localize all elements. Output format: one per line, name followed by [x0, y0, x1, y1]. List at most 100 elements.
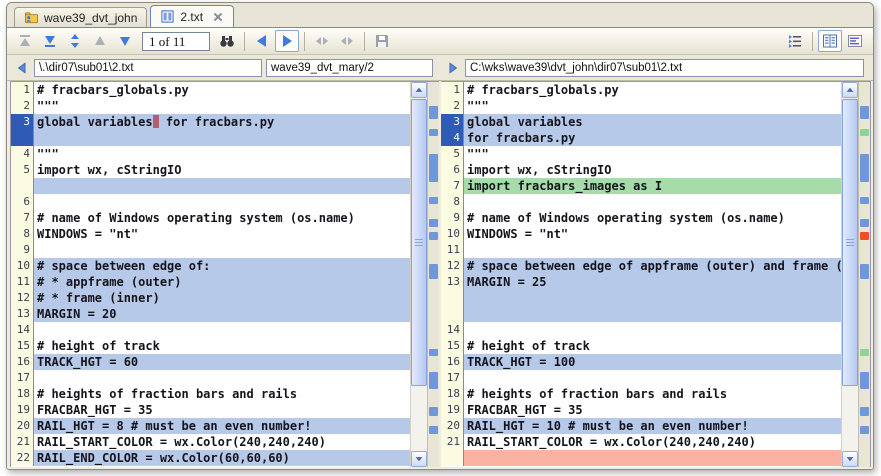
diff-marker[interactable] — [429, 407, 438, 416]
code-line[interactable]: 3global variables for fracbars.py — [11, 114, 410, 130]
diff-marker[interactable] — [860, 372, 869, 389]
code-line[interactable]: 5""" — [441, 146, 841, 162]
code-line[interactable]: 4""" — [11, 146, 410, 162]
diff-marker[interactable] — [860, 219, 869, 227]
code-line[interactable] — [11, 130, 410, 146]
code-line[interactable]: 1# fracbars_globals.py — [11, 82, 410, 98]
code-line[interactable]: 22RAIL_END_COLOR = wx.Color(60,60,60) — [11, 450, 410, 466]
diff-marker[interactable] — [429, 264, 438, 279]
code-line[interactable]: 12# * frame (inner) — [11, 290, 410, 306]
save-button[interactable] — [370, 30, 394, 52]
left-scroll-down-button[interactable] — [411, 451, 427, 467]
code-line[interactable]: 14 — [441, 322, 841, 338]
code-line[interactable]: 10WINDOWS = "nt" — [441, 226, 841, 242]
code-line[interactable]: 10# space between edge of: — [11, 258, 410, 274]
copy-to-left-button[interactable] — [250, 30, 274, 52]
diff-options-button[interactable] — [783, 30, 807, 52]
code-line[interactable]: 13MARGIN = 20 — [11, 306, 410, 322]
code-line[interactable]: 9 — [11, 242, 410, 258]
next-difference-button[interactable] — [113, 30, 137, 52]
previous-difference-button[interactable] — [88, 30, 112, 52]
code-line[interactable]: 2""" — [441, 98, 841, 114]
merge-all-right-button[interactable] — [335, 30, 359, 52]
code-line[interactable]: 9# name of Windows operating system (os.… — [441, 210, 841, 226]
code-line[interactable]: 3global variables — [441, 114, 841, 130]
code-line[interactable]: 18# heights of fraction bars and rails — [11, 386, 410, 402]
diff-marker[interactable] — [429, 154, 438, 182]
right-scrollbar-thumb[interactable] — [842, 99, 858, 386]
find-button[interactable] — [215, 30, 239, 52]
copy-to-right-button[interactable] — [275, 30, 299, 52]
code-line[interactable]: 8WINDOWS = "nt" — [11, 226, 410, 242]
apply-to-left-button[interactable] — [13, 59, 30, 76]
diff-marker[interactable] — [429, 197, 438, 204]
code-line[interactable]: 6 — [11, 194, 410, 210]
code-line[interactable]: 19FRACBAR_HGT = 35 — [11, 402, 410, 418]
code-line[interactable]: 21RAIL_START_COLOR = wx.Color(240,240,24… — [441, 434, 841, 450]
diff-marker[interactable] — [860, 264, 869, 279]
left-scrollbar-thumb[interactable] — [411, 99, 427, 386]
code-line[interactable]: 15# height of track — [441, 338, 841, 354]
code-line[interactable]: 20RAIL_HGT = 10 # must be an even number… — [441, 418, 841, 434]
diff-marker[interactable] — [860, 426, 869, 434]
difference-counter[interactable]: 1 of 11 — [142, 32, 210, 51]
code-line[interactable]: 20RAIL_HGT = 8 # must be an even number! — [11, 418, 410, 434]
code-line[interactable]: 4for fracbars.py — [441, 130, 841, 146]
diff-marker[interactable] — [429, 372, 438, 389]
code-line[interactable]: 16TRACK_HGT = 60 — [11, 354, 410, 370]
right-file-path-field[interactable]: C:\wks\wave39\dvt_john\dir07\sub01\2.txt — [465, 59, 864, 77]
code-line[interactable]: 13MARGIN = 25 — [441, 274, 841, 290]
left-file-path-field[interactable]: \.\dir07\sub01\2.txt — [34, 59, 262, 77]
right-overview-strip[interactable] — [858, 82, 870, 467]
code-line[interactable]: 11 — [441, 242, 841, 258]
diff-marker[interactable] — [429, 232, 438, 240]
diff-marker[interactable] — [429, 219, 438, 227]
code-line[interactable]: 21RAIL_START_COLOR = wx.Color(240,240,24… — [11, 434, 410, 450]
diff-marker[interactable] — [429, 426, 438, 434]
left-compare-target-field[interactable]: wave39_dvt_mary/2 — [266, 59, 433, 77]
diff-marker[interactable] — [429, 106, 438, 119]
code-line[interactable]: 11# * appframe (outer) — [11, 274, 410, 290]
right-scrollbar[interactable] — [841, 82, 858, 467]
tab-wave39-dvt-john[interactable]: wave39_dvt_john — [14, 7, 147, 27]
code-line[interactable]: 2""" — [11, 98, 410, 114]
unified-view-button[interactable] — [843, 30, 867, 52]
code-line[interactable] — [441, 306, 841, 322]
code-line[interactable]: 15# height of track — [11, 338, 410, 354]
side-by-side-view-button[interactable] — [818, 30, 842, 52]
left-scrollbar[interactable] — [410, 82, 427, 467]
diff-marker[interactable] — [860, 232, 869, 240]
tab-2-txt[interactable]: 2.txt — [150, 5, 234, 27]
left-scroll-up-button[interactable] — [411, 82, 427, 98]
code-line[interactable]: 8 — [441, 194, 841, 210]
code-line[interactable] — [11, 178, 410, 194]
code-line[interactable]: 7import fracbars_images as I — [441, 178, 841, 194]
code-line[interactable]: 14 — [11, 322, 410, 338]
diff-marker[interactable] — [429, 129, 438, 136]
left-code-rows[interactable]: 1# fracbars_globals.py2"""3global variab… — [11, 82, 410, 467]
code-line[interactable] — [441, 450, 841, 466]
close-tab-button[interactable] — [212, 11, 224, 23]
code-line[interactable]: 16TRACK_HGT = 100 — [441, 354, 841, 370]
diff-marker[interactable] — [860, 154, 869, 182]
diff-marker[interactable] — [860, 129, 869, 136]
code-line[interactable]: 1# fracbars_globals.py — [441, 82, 841, 98]
diff-marker[interactable] — [860, 106, 869, 119]
apply-to-right-button[interactable] — [444, 59, 461, 76]
merge-all-left-button[interactable] — [310, 30, 334, 52]
diff-marker[interactable] — [860, 197, 869, 204]
code-line[interactable]: 19FRACBAR_HGT = 35 — [441, 402, 841, 418]
code-line[interactable]: 17 — [11, 370, 410, 386]
diff-marker[interactable] — [860, 349, 869, 356]
center-current-difference-button[interactable] — [63, 30, 87, 52]
code-line[interactable] — [441, 290, 841, 306]
code-line[interactable]: 6import wx, cStringIO — [441, 162, 841, 178]
left-overview-strip[interactable] — [427, 82, 439, 467]
diff-marker[interactable] — [429, 349, 438, 356]
last-difference-button[interactable] — [38, 30, 62, 52]
code-line[interactable]: 12# space between edge of appframe (oute… — [441, 258, 841, 274]
code-line[interactable]: 17 — [441, 370, 841, 386]
code-line[interactable]: 18# heights of fraction bars and rails — [441, 386, 841, 402]
right-scroll-up-button[interactable] — [842, 82, 858, 98]
diff-marker[interactable] — [860, 407, 869, 416]
